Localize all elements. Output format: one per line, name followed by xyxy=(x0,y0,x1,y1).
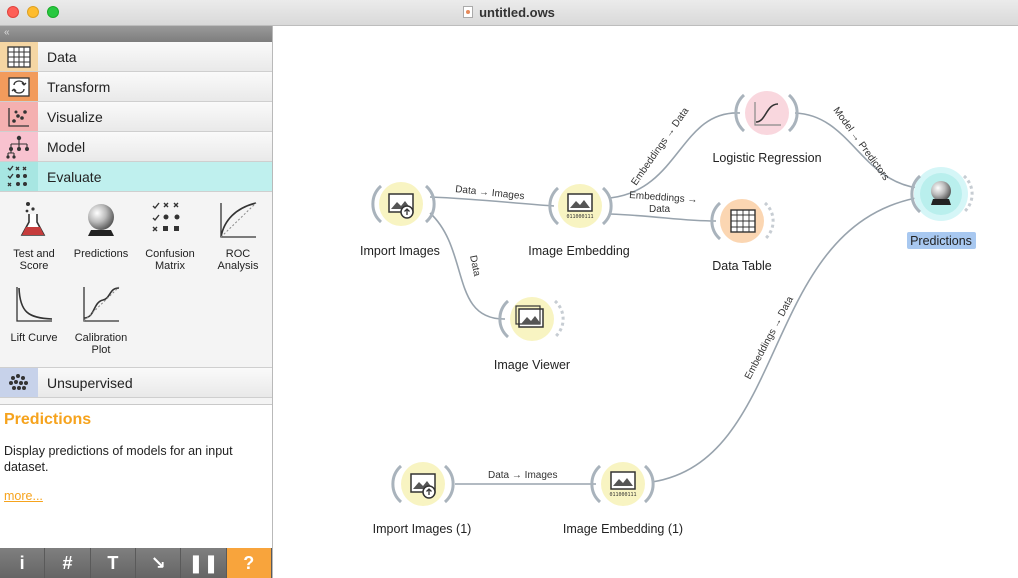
node-image-embedding-1[interactable]: 011000111 Image Embedding (1) xyxy=(563,462,683,536)
edge-label: Embeddings → Data xyxy=(743,294,796,381)
widget-predictions[interactable]: Predictions xyxy=(67,200,135,260)
window-title-text: untitled.ows xyxy=(479,5,555,20)
node-logistic-regression[interactable]: Logistic Regression xyxy=(712,91,822,165)
node-label: Data Table xyxy=(712,259,772,273)
table-icon xyxy=(0,42,38,71)
bottom-toolbar: i # T ↘ ❚❚ ? xyxy=(0,548,272,578)
widget-confusion-matrix[interactable]: Confusion Matrix xyxy=(136,200,204,272)
evaluate-widget-grid: Test and Score Predictions Confusion Mat… xyxy=(0,192,272,368)
pause-button[interactable]: ❚❚ xyxy=(181,548,227,578)
node-image-embedding[interactable]: 011000111 Image Embedding xyxy=(528,184,630,258)
widget-label: Confusion xyxy=(145,248,195,260)
link-import-to-viewer[interactable] xyxy=(429,212,506,320)
widget-label: Test and xyxy=(13,248,55,260)
workflow-canvas[interactable]: Data → Images Data Embeddings → Data Emb… xyxy=(274,26,1018,578)
more-link[interactable]: more... xyxy=(4,489,43,503)
edge-label: Data xyxy=(649,204,671,215)
category-label: Unsupervised xyxy=(47,375,133,391)
widget-calibration-plot[interactable]: Calibration Plot xyxy=(67,284,135,356)
flask-icon xyxy=(14,200,54,240)
app-window: untitled.ows « Data Transform Visualize xyxy=(0,0,1018,578)
widget-label: Score xyxy=(19,260,49,272)
node-label: Import Images xyxy=(360,244,440,258)
widget-label: Matrix xyxy=(155,260,185,272)
node-label: Predictions xyxy=(910,234,972,248)
category-label: Evaluate xyxy=(47,169,102,185)
edge-label: Data xyxy=(467,254,482,277)
edge-label: Data → Images xyxy=(488,470,557,481)
category-unsupervised[interactable]: Unsupervised xyxy=(0,368,272,398)
embedding-bits: 011000111 xyxy=(609,492,636,498)
widget-label: Predictions xyxy=(73,248,129,260)
document-icon xyxy=(463,6,474,18)
roc-curve-icon xyxy=(218,200,258,240)
widget-lift-curve[interactable]: Lift Curve xyxy=(0,284,68,344)
node-label: Logistic Regression xyxy=(712,151,821,165)
workflow-graph: Data → Images Data Embeddings → Data Emb… xyxy=(360,91,976,536)
clusters-icon xyxy=(0,368,38,397)
widget-toolbox: « Data Transform Visualize Model Evaluat… xyxy=(0,26,273,578)
node-predictions[interactable]: Predictions xyxy=(907,167,976,249)
widget-description-panel: Predictions Display predictions of model… xyxy=(0,404,272,548)
help-button[interactable]: ? xyxy=(226,548,272,578)
evaluate-icon xyxy=(0,162,38,191)
window-title: untitled.ows xyxy=(0,5,1018,20)
node-image-viewer[interactable]: Image Viewer xyxy=(494,297,570,372)
widget-roc-analysis[interactable]: ROC Analysis xyxy=(204,200,272,272)
node-import-images-1[interactable]: Import Images (1) xyxy=(373,462,472,536)
node-label: Image Embedding xyxy=(528,244,630,258)
node-label: Image Embedding (1) xyxy=(563,522,683,536)
text-annotation-button[interactable]: T xyxy=(91,548,136,578)
embedding-bits: 011000111 xyxy=(566,214,593,220)
link-embedding-to-datatable[interactable] xyxy=(609,213,717,222)
calibration-plot-icon xyxy=(81,284,121,324)
node-import-images[interactable]: Import Images xyxy=(360,182,440,258)
info-button[interactable]: i xyxy=(0,548,46,578)
category-label: Model xyxy=(47,139,86,155)
grid-button[interactable]: # xyxy=(45,548,91,578)
widget-label: Analysis xyxy=(217,260,259,272)
transform-icon xyxy=(0,72,38,101)
widget-label: Plot xyxy=(91,344,111,356)
scatter-icon xyxy=(0,102,38,131)
node-data-table[interactable]: Data Table xyxy=(710,199,775,273)
description-text: Display predictions of models for an inp… xyxy=(4,444,233,474)
category-evaluate[interactable]: Evaluate xyxy=(0,162,272,192)
widget-label: Calibration xyxy=(74,332,128,344)
category-visualize[interactable]: Visualize xyxy=(0,102,272,132)
confusion-matrix-icon xyxy=(150,200,190,240)
lift-curve-icon xyxy=(14,284,54,324)
arrow-annotation-button[interactable]: ↘ xyxy=(136,548,182,578)
widget-test-and-score[interactable]: Test and Score xyxy=(0,200,68,272)
crystal-ball-icon xyxy=(81,200,121,240)
link-embedding1-to-predictions[interactable] xyxy=(651,197,917,483)
widget-label: Lift Curve xyxy=(10,332,58,344)
category-label: Transform xyxy=(47,79,111,95)
category-label: Data xyxy=(47,49,77,65)
node-label: Image Viewer xyxy=(494,358,570,372)
category-model[interactable]: Model xyxy=(0,132,272,162)
category-data[interactable]: Data xyxy=(0,42,272,72)
collapse-toolbox-button[interactable]: « xyxy=(0,26,272,42)
description-title: Predictions xyxy=(4,411,92,428)
node-label: Import Images (1) xyxy=(373,522,472,536)
category-label: Visualize xyxy=(47,109,103,125)
title-bar: untitled.ows xyxy=(0,0,1018,26)
tree-icon xyxy=(0,132,38,161)
category-transform[interactable]: Transform xyxy=(0,72,272,102)
edge-label: Model → Predictors xyxy=(831,105,892,183)
widget-label: ROC xyxy=(225,248,251,260)
